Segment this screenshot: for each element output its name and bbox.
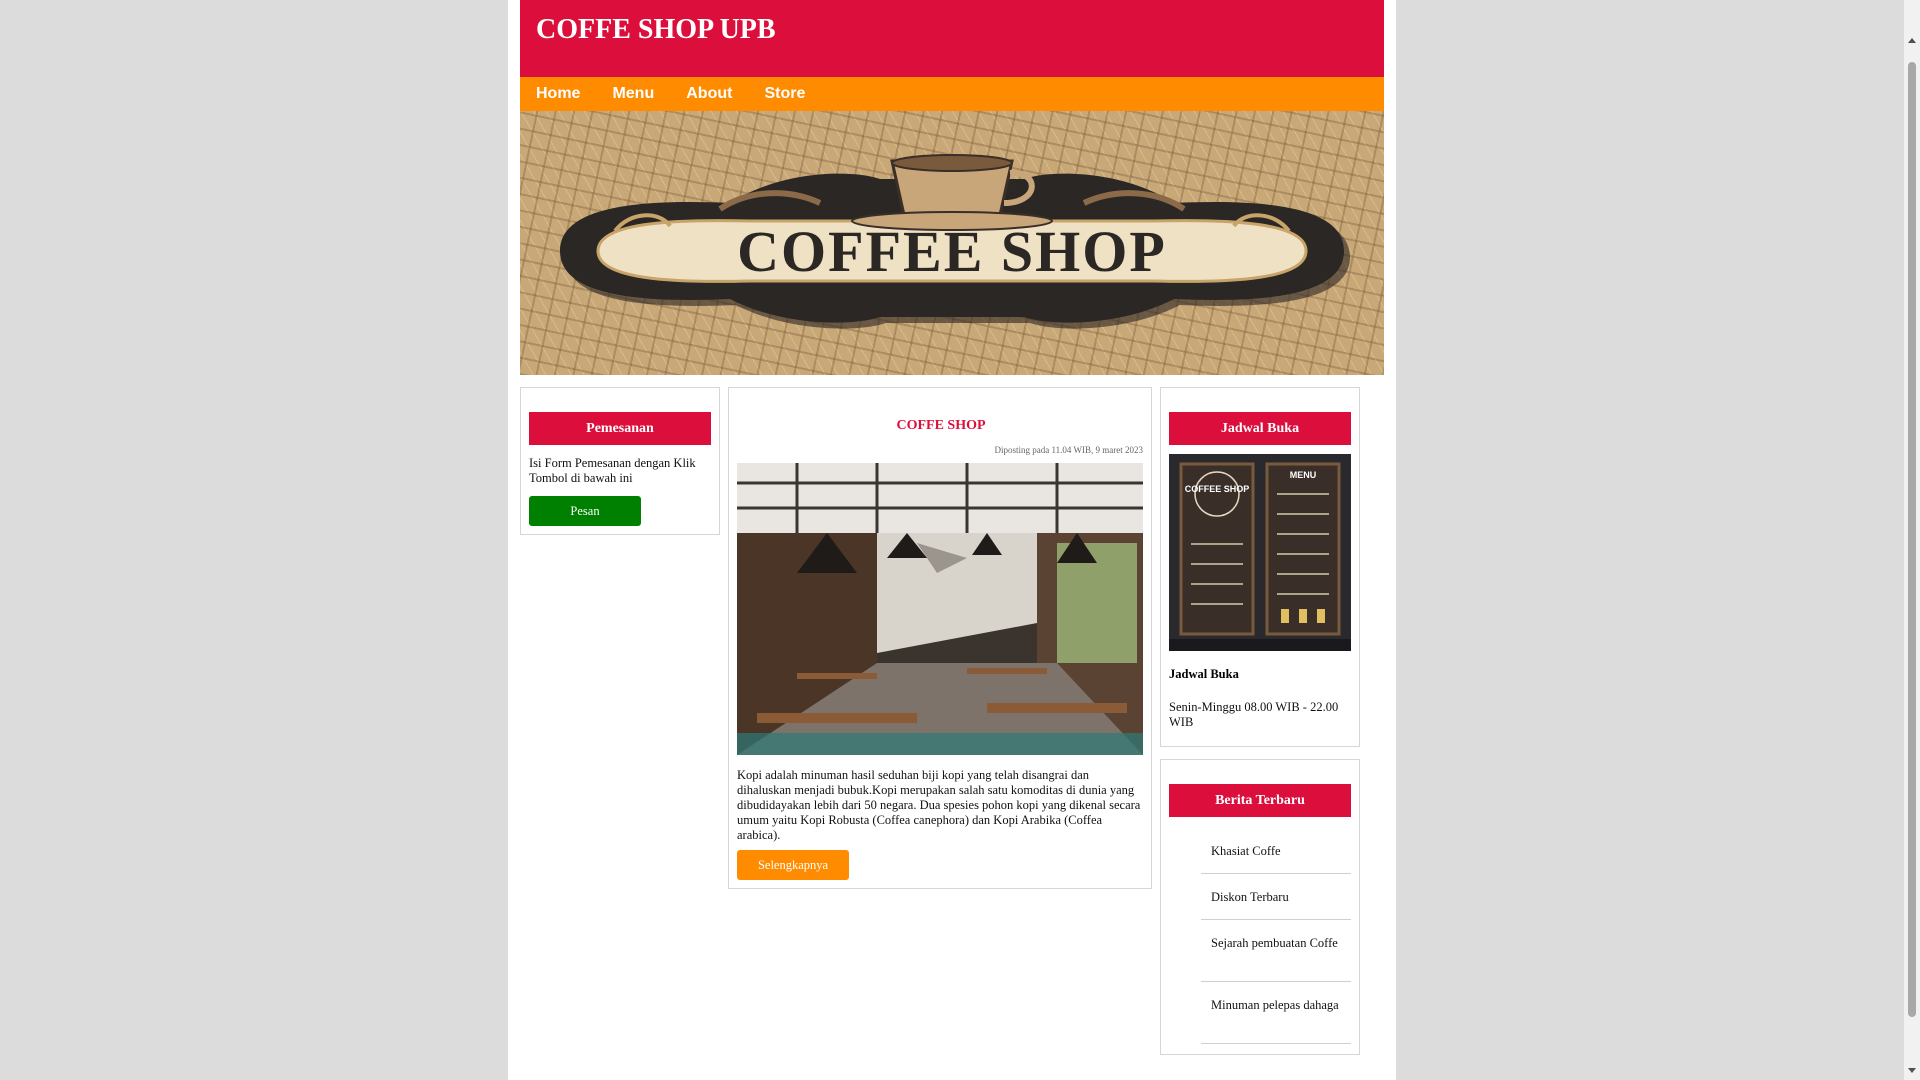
banner-logo-text: COFFEE SHOP xyxy=(737,219,1167,284)
menu-board-image: COFFEE SHOP MENU xyxy=(1169,454,1351,651)
article-meta: Diposting pada 11.04 WIB, 9 maret 2023 xyxy=(994,445,1143,455)
site-title: COFFE SHOP UPB xyxy=(536,14,776,45)
scrollbar-thumb[interactable] xyxy=(1908,62,1916,1017)
schedule-hours: Senin-Minggu 08.00 WIB - 22.00 WIB xyxy=(1169,700,1339,729)
news-box: Berita Terbaru Khasiat Coffe Diskon Terb… xyxy=(1160,759,1360,1055)
news-item-sejarah[interactable]: Sejarah pembuatan Coffe xyxy=(1201,930,1351,982)
scroll-down-arrow-icon[interactable] xyxy=(1908,1068,1916,1073)
news-item-khasiat[interactable]: Khasiat Coffe xyxy=(1201,838,1351,874)
menu-board-left-title: COFFEE SHOP xyxy=(1185,484,1250,494)
order-box: Pemesanan Isi Form Pemesanan dengan Klik… xyxy=(520,387,720,535)
vertical-scrollbar[interactable] xyxy=(1904,0,1920,1080)
schedule-subtitle: Jadwal Buka xyxy=(1169,667,1239,681)
article-box: COFFE SHOP Diposting pada 11.04 WIB, 9 m… xyxy=(728,387,1152,889)
order-description: Isi Form Pemesanan dengan Klik Tombol di… xyxy=(529,456,696,485)
news-item-minuman[interactable]: Minuman pelepas dahaga xyxy=(1201,992,1351,1044)
nav-home[interactable]: Home xyxy=(536,85,580,103)
menu-board-right-title: MENU xyxy=(1290,470,1317,480)
article-image xyxy=(737,463,1143,755)
order-button[interactable]: Pesan xyxy=(529,496,641,526)
read-more-button[interactable]: Selengkapnya xyxy=(737,850,849,880)
main-nav: Home Menu About Store xyxy=(520,77,1384,111)
order-box-title: Pemesanan xyxy=(529,412,711,445)
nav-store[interactable]: Store xyxy=(764,85,805,103)
article-body: Kopi adalah minuman hasil seduhan biji k… xyxy=(737,768,1141,842)
news-box-title: Berita Terbaru xyxy=(1169,784,1351,817)
site-header: COFFE SHOP UPB xyxy=(520,0,1384,77)
hero-banner: COFFEE SHOP xyxy=(520,111,1384,375)
nav-menu[interactable]: Menu xyxy=(612,85,654,103)
article-title: COFFE SHOP xyxy=(896,418,986,433)
scroll-up-arrow-icon[interactable] xyxy=(1908,38,1916,43)
news-item-diskon[interactable]: Diskon Terbaru xyxy=(1201,884,1351,920)
schedule-box: Jadwal Buka COFFEE SHOP MENU Jadwal Buka… xyxy=(1160,387,1360,747)
coffee-shop-logo: COFFEE SHOP xyxy=(560,154,1350,329)
schedule-box-title: Jadwal Buka xyxy=(1169,412,1351,445)
nav-about[interactable]: About xyxy=(686,85,732,103)
